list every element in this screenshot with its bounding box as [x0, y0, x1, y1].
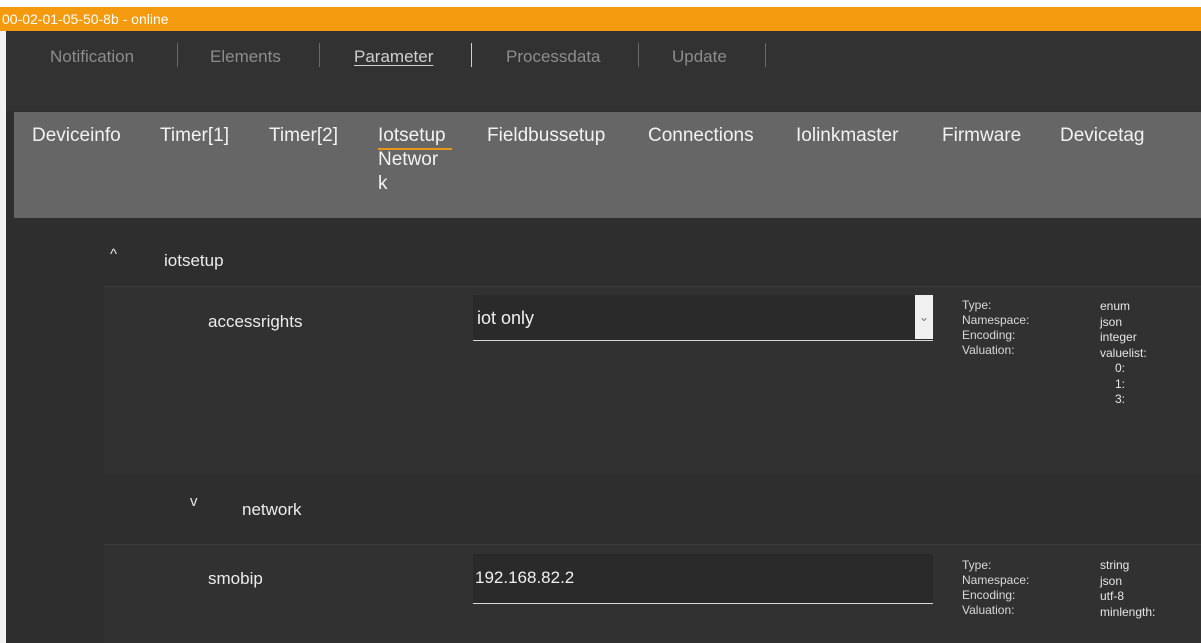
tab-elements[interactable]: Elements — [210, 47, 281, 67]
meta-value-namespace: json — [1100, 314, 1123, 329]
parameter-sub-tab-bar: Deviceinfo Timer[1] Timer[2] Iotsetup Ne… — [14, 112, 1201, 218]
tab-notification[interactable]: Notification — [50, 47, 134, 67]
meta-label-type: Type: — [962, 298, 992, 312]
chevron-down-icon[interactable]: ⌄ — [915, 295, 933, 339]
expand-chevron-down-icon[interactable]: v — [190, 493, 198, 510]
active-subtab-underline — [378, 148, 452, 150]
device-status-bar: 00-02-01-05-50-8b - online — [0, 7, 1201, 31]
accessrights-select[interactable]: iot only ⌄ — [473, 295, 933, 341]
param-row-smobip: smobip 192.168.82.2 Type: Namespace: Enc… — [104, 544, 1201, 643]
section-iotsetup-header[interactable]: ^ iotsetup — [14, 218, 1201, 282]
section-network-label: network — [242, 500, 302, 519]
accessrights-meta-labels: Type: Namespace: Encoding: Valuation: — [962, 298, 1029, 358]
meta-value-valuation: valuelist: — [1100, 345, 1147, 360]
smobip-input-value: 192.168.82.2 — [475, 568, 575, 587]
tab-separator — [319, 43, 320, 67]
meta-value-enum-0: 0: — [1115, 361, 1126, 375]
subtab-network-label-line2: k — [378, 173, 388, 194]
meta-value-namespace: json — [1100, 573, 1123, 588]
subtab-timer-2[interactable]: Timer[2] — [269, 124, 338, 148]
meta-value-type: string — [1100, 558, 1130, 572]
meta-label-valuation: Valuation: — [962, 603, 1015, 617]
meta-label-encoding: Encoding: — [962, 588, 1016, 602]
smobip-meta-labels: Type: Namespace: Encoding: Valuation: — [962, 558, 1029, 618]
tab-separator — [765, 43, 766, 67]
meta-label-encoding: Encoding: — [962, 328, 1016, 342]
meta-value-encoding: utf-8 — [1100, 589, 1125, 603]
meta-label-valuation: Valuation: — [962, 343, 1015, 357]
section-iotsetup-label: iotsetup — [164, 251, 224, 270]
tab-separator — [638, 43, 639, 67]
accessrights-meta-values: enum json integer valuelist: 0: 1: 3: — [1100, 299, 1147, 408]
meta-label-namespace: Namespace: — [962, 573, 1030, 587]
tab-update[interactable]: Update — [672, 47, 727, 67]
main-tab-bar: Notification Elements Parameter Processd… — [6, 31, 1201, 111]
meta-value-type: enum — [1100, 299, 1131, 313]
subtab-iolinkmaster[interactable]: Iolinkmaster — [796, 124, 898, 148]
param-name-accessrights: accessrights — [208, 312, 303, 331]
subtab-iotsetup-network[interactable]: Iotsetup Networ k — [378, 124, 446, 196]
subtab-iotsetup-label: Iotsetup — [378, 125, 446, 146]
subtab-firmware[interactable]: Firmware — [942, 124, 1021, 148]
subtab-deviceinfo[interactable]: Deviceinfo — [32, 124, 121, 148]
param-row-accessrights: accessrights iot only ⌄ Type: Namespace:… — [104, 286, 1201, 475]
subtab-connections[interactable]: Connections — [648, 124, 754, 148]
smobip-input[interactable]: 192.168.82.2 — [473, 554, 933, 604]
app-frame: 00-02-01-05-50-8b - online Notification … — [0, 0, 1201, 643]
device-status-text: 00-02-01-05-50-8b - online — [2, 11, 169, 27]
tab-parameter[interactable]: Parameter — [354, 47, 433, 67]
meta-value-enum-3: 3: — [1115, 392, 1126, 406]
meta-value-encoding: integer — [1100, 330, 1137, 344]
collapse-chevron-up-icon[interactable]: ^ — [110, 246, 117, 263]
tab-processdata[interactable]: Processdata — [506, 47, 601, 67]
parameter-content: ^ iotsetup accessrights iot only ⌄ Type:… — [14, 218, 1201, 643]
smobip-meta-values: string json utf-8 minlength: — [1100, 558, 1155, 620]
subtab-network-label-line1: Networ — [378, 149, 439, 170]
param-name-smobip: smobip — [208, 569, 263, 588]
subtab-timer-1[interactable]: Timer[1] — [160, 124, 229, 148]
meta-value-valuation: minlength: — [1100, 604, 1156, 619]
subtab-fieldbussetup[interactable]: Fieldbussetup — [487, 124, 605, 148]
accessrights-select-value: iot only — [477, 308, 535, 328]
meta-label-namespace: Namespace: — [962, 313, 1030, 327]
tab-separator — [177, 43, 178, 67]
section-network-header[interactable]: v network — [14, 476, 1201, 540]
subtab-devicetag[interactable]: Devicetag — [1060, 124, 1145, 148]
tab-separator — [471, 43, 472, 67]
meta-label-type: Type: — [962, 558, 992, 572]
meta-value-enum-1: 1: — [1115, 376, 1126, 391]
